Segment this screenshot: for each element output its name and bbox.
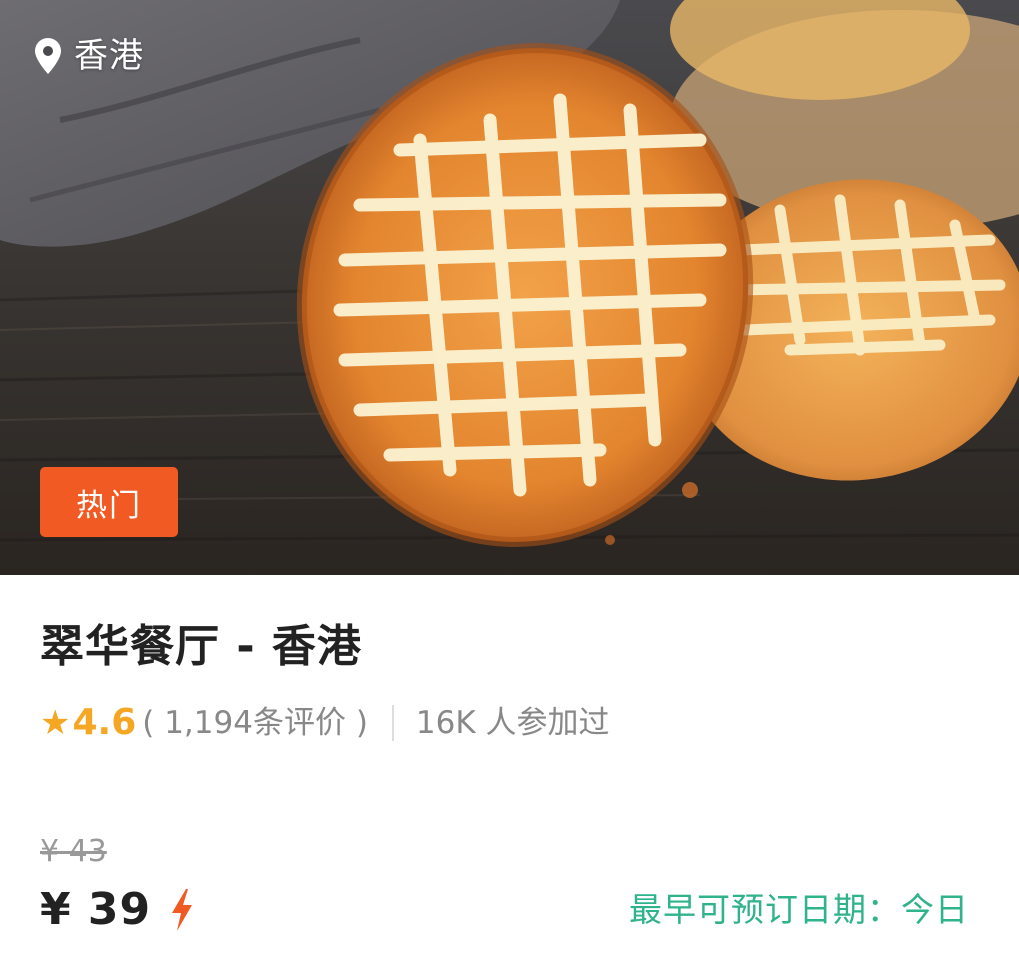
hot-badge: 热门 (40, 467, 178, 537)
participant-count: 16K 人参加过 (415, 705, 610, 741)
star-icon: ★ (40, 703, 71, 743)
price-row: ¥ 39 (40, 880, 195, 940)
original-price: ¥ 43 (40, 834, 107, 869)
rating-row: ★ 4.6 ( 1,194条评价 ) 16K 人参加过 (40, 697, 610, 749)
location-label: 香港 (74, 36, 144, 76)
divider (391, 705, 394, 741)
rating-value: 4.6 (72, 702, 137, 743)
location-pin-icon (35, 38, 61, 74)
product-title[interactable]: 翠华餐厅 - 香港 (40, 618, 362, 676)
product-image[interactable]: 香港 热门 (0, 0, 1019, 575)
lightning-icon (172, 889, 193, 931)
product-card[interactable]: 香港 热门 翠华餐厅 - 香港 ★ 4.6 ( 1,194条评价 ) 16K 人… (0, 0, 1019, 975)
earliest-booking-date: 最早可预订日期：今日 (629, 890, 969, 929)
current-price: ¥ 39 (40, 884, 152, 935)
review-count[interactable]: ( 1,194条评价 ) (142, 697, 368, 749)
location-tag: 香港 (34, 36, 144, 76)
